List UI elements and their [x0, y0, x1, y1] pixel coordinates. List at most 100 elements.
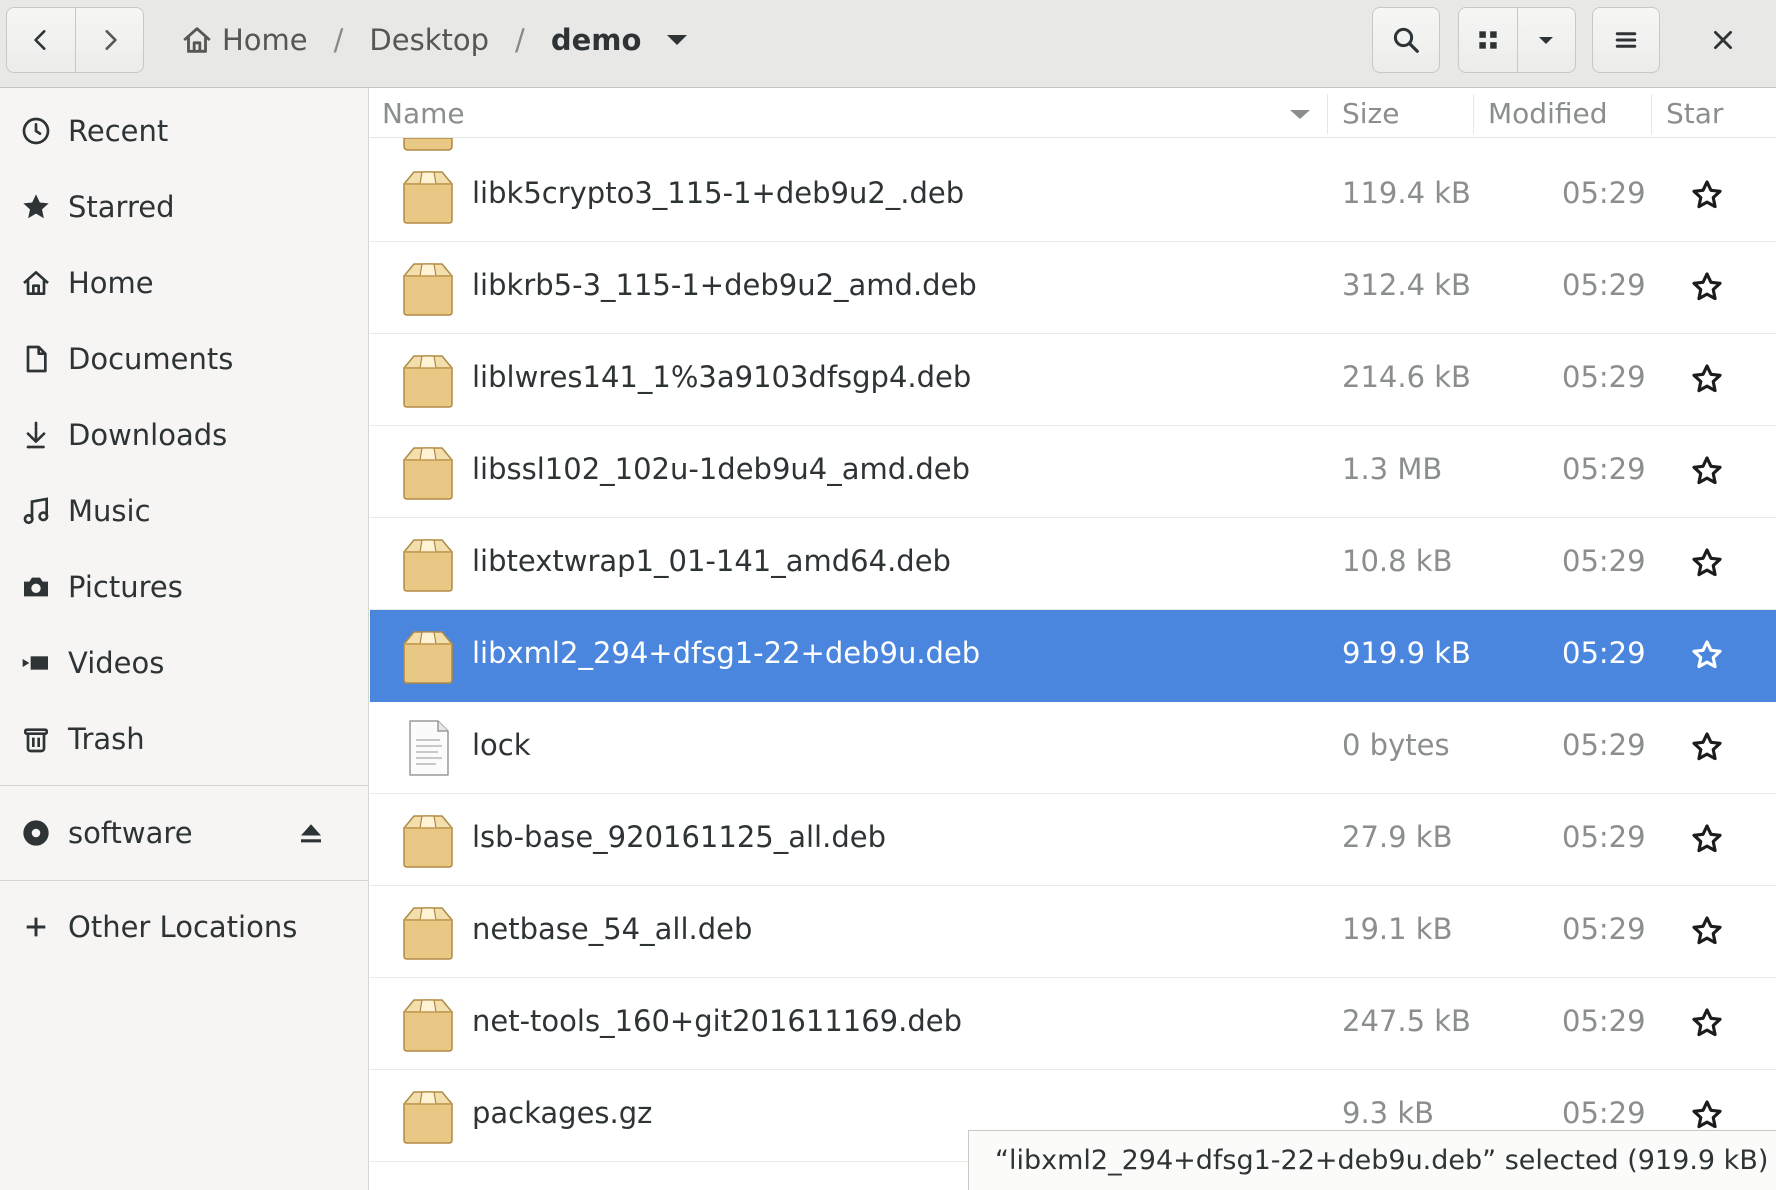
- package-icon: [400, 994, 456, 1054]
- file-row[interactable]: libkrb5-3_115-1+deb9u2_amd.deb 312.4 kB 05…: [370, 242, 1776, 334]
- star-outline-icon[interactable]: [1690, 1006, 1724, 1040]
- trash-icon: [20, 723, 52, 755]
- star-outline-icon[interactable]: [1690, 822, 1724, 856]
- star-outline-icon[interactable]: [1690, 638, 1724, 672]
- column-header-size[interactable]: Size: [1342, 96, 1399, 130]
- star-outline-icon[interactable]: [1690, 270, 1724, 304]
- file-size: 247.5 kB: [1342, 1004, 1471, 1038]
- menu-button[interactable]: [1592, 7, 1660, 73]
- hamburger-menu-icon: [1615, 32, 1637, 48]
- star-outline-icon[interactable]: [1690, 178, 1724, 212]
- file-modified: 05:29: [1562, 360, 1646, 394]
- star-outline-icon[interactable]: [1690, 914, 1724, 948]
- sidebar-divider: [0, 880, 368, 881]
- sidebar-item-label: Trash: [68, 722, 145, 756]
- file-size: 214.6 kB: [1342, 360, 1471, 394]
- sidebar-item-home[interactable]: Home: [0, 248, 368, 318]
- file-row[interactable]: libtextwrap1_01-141_amd64.deb 10.8 kB 05:2…: [370, 518, 1776, 610]
- sidebar-item-label: Downloads: [68, 418, 228, 452]
- back-button[interactable]: [7, 8, 75, 72]
- file-name: libkrb5-3_115-1+deb9u2_amd.deb: [472, 268, 977, 302]
- star-outline-icon[interactable]: [1690, 730, 1724, 764]
- sidebar-item-trash[interactable]: Trash: [0, 704, 368, 774]
- file-modified: 05:29: [1562, 728, 1646, 762]
- breadcrumb-current-folder[interactable]: demo: [551, 23, 688, 57]
- file-modified: 05:29: [1562, 544, 1646, 578]
- star-icon: [20, 191, 52, 223]
- forward-button[interactable]: [75, 8, 143, 72]
- file-list: Name Size Modified Star libk5crypto3_115…: [370, 88, 1776, 1190]
- video-icon: [20, 647, 52, 679]
- file-row[interactable]: libssl102_102u-1deb9u4_amd.deb 1.3 MB 05:2…: [370, 426, 1776, 518]
- file-size: 9.3 kB: [1342, 1096, 1435, 1130]
- sidebar-item-starred[interactable]: Starred: [0, 172, 368, 242]
- file-size: 919.9 kB: [1342, 636, 1471, 670]
- search-button[interactable]: [1372, 7, 1440, 73]
- file-row[interactable]: libk5crypto3_115-1+deb9u2_.deb 119.4 kB 05…: [370, 150, 1776, 242]
- home-icon: [183, 27, 211, 53]
- chevron-down-icon: [667, 35, 688, 45]
- file-modified: 05:29: [1562, 1004, 1646, 1038]
- file-name: netbase_54_all.deb: [472, 912, 753, 946]
- sidebar-item-downloads[interactable]: Downloads: [0, 400, 368, 470]
- sidebar-item-music[interactable]: Music: [0, 476, 368, 546]
- file-row[interactable]: libxml2_294+dfsg1-22+deb9u.deb 919.9 kB 05…: [370, 610, 1776, 702]
- file-row[interactable]: net-tools_160+git201611169.deb 247.5 kB 05…: [370, 978, 1776, 1070]
- star-outline-icon[interactable]: [1690, 362, 1724, 396]
- view-options-button[interactable]: [1516, 8, 1576, 72]
- home-icon: [20, 267, 52, 299]
- column-header-star[interactable]: Star: [1666, 96, 1723, 130]
- package-icon: [400, 442, 456, 502]
- sidebar-item-label: Pictures: [68, 570, 183, 604]
- package-icon: [400, 534, 456, 594]
- plus-icon: [20, 911, 52, 943]
- file-row[interactable]: netbase_54_all.deb 19.1 kB 05:29: [370, 886, 1776, 978]
- grid-view-button[interactable]: [1459, 8, 1517, 72]
- package-icon: [400, 810, 456, 870]
- star-outline-icon[interactable]: [1690, 454, 1724, 488]
- star-outline-icon[interactable]: [1690, 1098, 1724, 1132]
- file-name: lock: [472, 728, 531, 762]
- camera-icon: [20, 571, 52, 603]
- navigation-buttons: [6, 7, 144, 73]
- sidebar-item-label: Starred: [68, 190, 175, 224]
- file-name: liblwres141_1%3a9103dfsgp4.deb: [472, 360, 972, 394]
- package-icon: [400, 902, 456, 962]
- file-row[interactable]: lsb-base_920161125_all.deb 27.9 kB 05:29: [370, 794, 1776, 886]
- sort-descending-icon: [1290, 110, 1310, 119]
- sidebar-item-label: Home: [68, 266, 154, 300]
- file-modified: 05:29: [1562, 820, 1646, 854]
- chevron-down-icon: [1539, 37, 1554, 44]
- breadcrumb-desktop[interactable]: Desktop: [369, 23, 489, 57]
- sidebar-item-pictures[interactable]: Pictures: [0, 552, 368, 622]
- breadcrumb-home[interactable]: Home: [180, 23, 308, 57]
- selection-status: “libxml2_294+dfsg1-22+deb9u.deb” selecte…: [968, 1130, 1776, 1190]
- column-header-name[interactable]: Name: [382, 96, 465, 130]
- eject-icon[interactable]: [296, 818, 326, 848]
- file-name: libk5crypto3_115-1+deb9u2_.deb: [472, 176, 965, 210]
- sidebar-item-software[interactable]: software: [0, 798, 368, 868]
- file-row[interactable]: lock 0 bytes 05:29: [370, 702, 1776, 794]
- view-toggle: [1458, 7, 1576, 73]
- sidebar-item-label: Documents: [68, 342, 234, 376]
- star-outline-icon[interactable]: [1690, 546, 1724, 580]
- package-icon: [400, 1086, 456, 1146]
- chevron-left-icon: [34, 30, 46, 50]
- breadcrumb-label: Home: [222, 23, 308, 57]
- sidebar-item-recent[interactable]: Recent: [0, 96, 368, 166]
- file-name: libxml2_294+dfsg1-22+deb9u.deb: [472, 636, 981, 670]
- sidebar: Recent Starred Home Documents Downloads …: [0, 88, 369, 1190]
- file-modified: 05:29: [1562, 268, 1646, 302]
- disc-icon: [20, 817, 52, 849]
- file-size: 312.4 kB: [1342, 268, 1471, 302]
- sidebar-item-other-locations[interactable]: Other Locations: [0, 892, 368, 962]
- file-row[interactable]: liblwres141_1%3a9103dfsgp4.deb 214.6 kB 05…: [370, 334, 1776, 426]
- sidebar-item-videos[interactable]: Videos: [0, 628, 368, 698]
- column-header-modified[interactable]: Modified: [1488, 96, 1607, 130]
- breadcrumb: Home / Desktop / demo: [180, 0, 688, 80]
- grid-icon: [1479, 31, 1497, 49]
- file-name: libtextwrap1_01-141_amd64.deb: [472, 544, 951, 578]
- close-button[interactable]: [1690, 7, 1756, 73]
- sidebar-divider: [0, 785, 368, 786]
- sidebar-item-documents[interactable]: Documents: [0, 324, 368, 394]
